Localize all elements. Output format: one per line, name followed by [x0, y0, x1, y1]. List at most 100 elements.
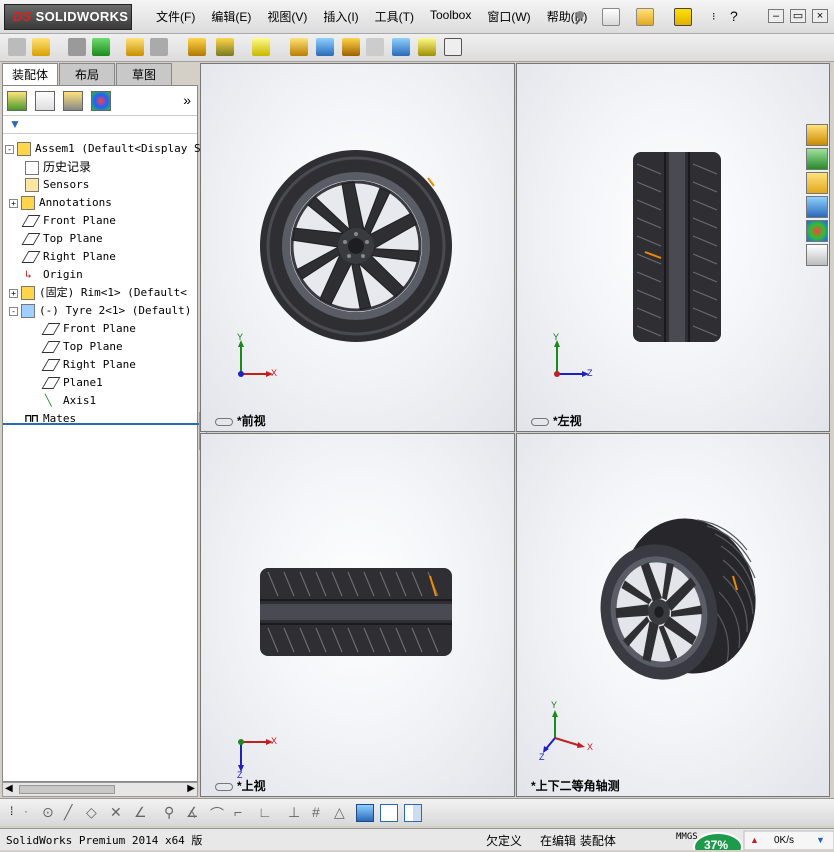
link-views-icon[interactable]: [215, 782, 233, 791]
tree-item-right-plane[interactable]: Right Plane: [3, 248, 197, 266]
collapse-icon[interactable]: -: [5, 144, 14, 154]
show-hidden-icon[interactable]: [188, 38, 206, 56]
tree-item-origin[interactable]: ↳ Origin: [3, 266, 197, 284]
instant3d-icon[interactable]: [444, 38, 462, 56]
link-views-icon[interactable]: [531, 417, 549, 426]
axis-triad-front: Y X: [237, 332, 278, 378]
menu-view[interactable]: 视图(V): [259, 8, 315, 25]
viewport-front[interactable]: Y X *前视: [200, 63, 515, 432]
help-icon[interactable]: ?: [730, 8, 738, 24]
appearances-icon[interactable]: [806, 220, 828, 242]
point-icon[interactable]: ·: [24, 804, 42, 822]
bill-of-materials-icon[interactable]: [316, 38, 334, 56]
tree-item-assem1[interactable]: - Assem1 (Default<Display S: [3, 140, 201, 158]
four-viewport-icon[interactable]: [404, 804, 422, 822]
restore-icon[interactable]: ▭: [790, 9, 806, 23]
pin-icon[interactable]: [572, 8, 590, 26]
3d-sketch-icon[interactable]: [356, 804, 374, 822]
menu-toolbox[interactable]: Toolbox: [422, 8, 479, 25]
mate-icon[interactable]: [32, 38, 50, 56]
assembly-features-icon[interactable]: [216, 38, 234, 56]
menu-edit[interactable]: 编辑(E): [203, 8, 259, 25]
line-icon[interactable]: ╱: [64, 804, 82, 822]
fillet-icon[interactable]: ⌒: [210, 804, 228, 822]
linear-pattern-icon[interactable]: [92, 38, 110, 56]
paperclip-icon[interactable]: [68, 38, 86, 56]
viewport-isometric[interactable]: Y X Z *上下二等角轴测: [516, 433, 830, 797]
feature-manager-icon[interactable]: [7, 91, 27, 111]
file-explorer-icon[interactable]: [806, 172, 828, 194]
expand-icon[interactable]: +: [9, 198, 18, 208]
relations-icon[interactable]: △: [334, 804, 352, 822]
move-component-icon[interactable]: [150, 38, 168, 56]
reference-geometry-icon[interactable]: [252, 38, 270, 56]
property-manager-icon[interactable]: [35, 91, 55, 111]
new-document-icon[interactable]: [602, 8, 620, 26]
viewport-left[interactable]: Y Z *左视: [516, 63, 830, 432]
dimension-icon[interactable]: ⊥: [288, 804, 306, 822]
tree-item-tyre[interactable]: - (-) Tyre 2<1> (Default): [3, 302, 197, 320]
tree-item-tyre-top-plane[interactable]: Top Plane: [3, 338, 197, 356]
polygon-icon[interactable]: ◇: [86, 804, 104, 822]
menu-tools[interactable]: 工具(T): [367, 8, 422, 25]
offset-icon[interactable]: ∡: [186, 804, 204, 822]
interference-detection-icon[interactable]: [392, 38, 410, 56]
tree-item-axis1[interactable]: ╲ Axis1: [3, 392, 197, 410]
exploded-view-icon[interactable]: [342, 38, 360, 56]
explode-line-sketch-icon[interactable]: [366, 38, 384, 56]
filter-icon[interactable]: ▼: [9, 117, 21, 131]
display-manager-icon[interactable]: [91, 91, 111, 111]
open-folder-icon[interactable]: [636, 8, 654, 26]
scroll-left-icon[interactable]: ◀: [5, 783, 13, 794]
tab-sketch[interactable]: 草图: [116, 63, 172, 85]
view-palette-icon[interactable]: [806, 196, 828, 218]
tree-item-annotations[interactable]: + Annotations: [3, 194, 197, 212]
tree-item-mates[interactable]: ⊓⊓ Mates: [3, 410, 197, 428]
tree-item-front-plane[interactable]: Front Plane: [3, 212, 197, 230]
menu-window[interactable]: 窗口(W): [479, 8, 538, 25]
corner-icon[interactable]: ⌐: [234, 804, 252, 822]
tree-item-rim[interactable]: + (固定) Rim<1> (Default<: [3, 284, 197, 302]
configuration-manager-icon[interactable]: [63, 91, 83, 111]
link-views-icon[interactable]: [215, 417, 233, 426]
solidworks-logo[interactable]: DS SOLIDWORKS: [4, 4, 132, 30]
circle-icon[interactable]: ⊙: [42, 804, 60, 822]
insert-component-icon[interactable]: [8, 38, 26, 56]
command-toolbar: [0, 34, 834, 62]
tree-item-tyre-right-plane[interactable]: Right Plane: [3, 356, 197, 374]
tree-item-sensors[interactable]: Sensors: [3, 176, 197, 194]
tab-layout[interactable]: 布局: [59, 63, 115, 85]
grid-icon[interactable]: #: [312, 804, 330, 822]
new-motion-study-icon[interactable]: [290, 38, 308, 56]
menu-file[interactable]: 文件(F): [148, 8, 203, 25]
trim-icon[interactable]: ✕: [110, 804, 128, 822]
expand-icon[interactable]: +: [9, 288, 18, 298]
scroll-thumb[interactable]: [19, 785, 115, 794]
tree-item-history[interactable]: 历史记录: [3, 158, 197, 176]
mirror-icon[interactable]: ⚲: [164, 804, 182, 822]
tree-item-plane1[interactable]: Plane1: [3, 374, 197, 392]
minimize-icon[interactable]: –: [768, 9, 784, 23]
angle-icon[interactable]: ∠: [134, 804, 152, 822]
tree-item-top-plane[interactable]: Top Plane: [3, 230, 197, 248]
design-library-icon[interactable]: [806, 148, 828, 170]
menu-insert[interactable]: 插入(I): [315, 8, 366, 25]
close-icon[interactable]: ×: [812, 9, 828, 23]
warning-icon[interactable]: [674, 8, 692, 26]
smart-fasteners-icon[interactable]: [126, 38, 144, 56]
chevron-right-icon[interactable]: »: [183, 92, 191, 108]
clearance-verification-icon[interactable]: [418, 38, 436, 56]
tree-item-tyre-front-plane[interactable]: Front Plane: [3, 320, 197, 338]
custom-properties-icon[interactable]: [806, 244, 828, 266]
collapse-icon[interactable]: -: [9, 306, 18, 316]
single-viewport-icon[interactable]: [380, 804, 398, 822]
tree-filter-bar[interactable]: ▼: [3, 116, 197, 134]
viewport-top[interactable]: X Z *上视: [200, 433, 515, 797]
solidworks-resources-icon[interactable]: [806, 124, 828, 146]
options-icon[interactable]: ⁝: [712, 10, 716, 23]
scroll-right-icon[interactable]: ▶: [187, 783, 195, 794]
tab-assembly[interactable]: 装配体: [2, 63, 58, 85]
left-panel-scrollbar[interactable]: ◀ ▶: [2, 782, 198, 797]
convert-entities-icon[interactable]: ∟: [258, 804, 276, 822]
rollback-bar[interactable]: [3, 423, 199, 425]
